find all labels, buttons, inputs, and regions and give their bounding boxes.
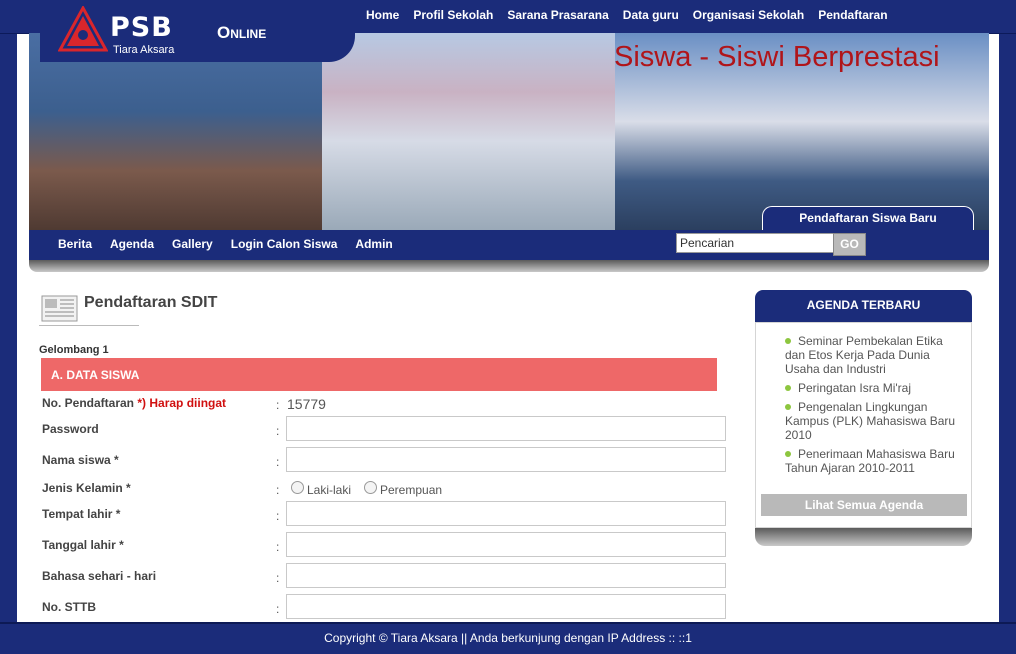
newspaper-icon bbox=[41, 295, 78, 322]
password-field[interactable] bbox=[286, 416, 726, 441]
page-title: Pendaftaran SDIT bbox=[84, 294, 218, 311]
colon: : bbox=[276, 483, 280, 497]
banner-title: Siswa - Siswi Berprestasi bbox=[614, 41, 940, 73]
bahasa-field[interactable] bbox=[286, 563, 726, 588]
nav-sarana-prasarana[interactable]: Sarana Prasarana bbox=[507, 8, 608, 22]
agenda-item[interactable]: Penerimaan Mahasiswa Baru Tahun Ajaran 2… bbox=[785, 447, 960, 475]
nav-gallery[interactable]: Gallery bbox=[172, 237, 213, 251]
colon: : bbox=[276, 571, 280, 585]
agenda-item[interactable]: Seminar Pembekalan Etika dan Etos Kerja … bbox=[785, 334, 960, 376]
bullet-icon bbox=[785, 385, 791, 391]
gelombang-label: Gelombang 1 bbox=[39, 344, 109, 356]
colon: : bbox=[276, 455, 280, 469]
banner-tab[interactable]: Pendaftaran Siswa Baru bbox=[762, 206, 974, 232]
nama-siswa-label: Nama siswa * bbox=[42, 453, 119, 467]
footer: Copyright © Tiara Aksara || Anda berkunj… bbox=[0, 622, 1016, 654]
logo-subtitle: Tiara Aksara bbox=[113, 44, 175, 56]
no-sttb-field[interactable] bbox=[286, 594, 726, 619]
radio-perempuan-label: Perempuan bbox=[380, 483, 443, 497]
radio-perempuan[interactable] bbox=[364, 481, 377, 494]
logo-psb[interactable]: PSB bbox=[110, 14, 173, 42]
no-pendaftaran-value: 15779 bbox=[287, 396, 326, 412]
nav-berita[interactable]: Berita bbox=[58, 237, 92, 251]
nav-admin[interactable]: Admin bbox=[355, 237, 392, 251]
tempat-lahir-label: Tempat lahir * bbox=[42, 507, 121, 521]
colon: : bbox=[276, 424, 280, 438]
nav-organisasi-sekolah[interactable]: Organisasi Sekolah bbox=[693, 8, 804, 22]
remember-note: *) Harap diingat bbox=[137, 396, 227, 410]
nav-login-calon-siswa[interactable]: Login Calon Siswa bbox=[231, 237, 338, 251]
section-header: A. DATA SISWA bbox=[41, 358, 717, 391]
bullet-icon bbox=[785, 404, 791, 410]
search-input[interactable] bbox=[676, 233, 834, 253]
tanggal-lahir-label: Tanggal lahir * bbox=[42, 538, 124, 552]
nav-profil-sekolah[interactable]: Profil Sekolah bbox=[413, 8, 493, 22]
agenda-title: AGENDA TERBARU bbox=[755, 290, 972, 322]
search-go-button[interactable]: GO bbox=[833, 233, 866, 256]
colon: : bbox=[276, 398, 280, 412]
tanggal-lahir-field[interactable] bbox=[286, 532, 726, 557]
banner: Siswa - Siswi Berprestasi bbox=[29, 33, 989, 230]
banner-photo-classroom bbox=[29, 33, 322, 230]
bullet-icon bbox=[785, 338, 791, 344]
tempat-lahir-field[interactable] bbox=[286, 501, 726, 526]
jenis-kelamin-label: Jenis Kelamin * bbox=[42, 481, 131, 495]
nav-agenda[interactable]: Agenda bbox=[110, 237, 154, 251]
agenda-list: Seminar Pembekalan Etika dan Etos Kerja … bbox=[785, 334, 960, 480]
title-divider bbox=[39, 325, 139, 326]
secondary-nav-links: Berita Agenda Gallery Login Calon Siswa … bbox=[58, 237, 393, 251]
no-pendaftaran-label: No. Pendaftaran *) Harap diingat bbox=[42, 396, 227, 410]
radio-laki-laki[interactable] bbox=[291, 481, 304, 494]
nav-pendaftaran[interactable]: Pendaftaran bbox=[818, 8, 887, 22]
banner-photo-students bbox=[322, 33, 615, 230]
radio-laki-laki-label: Laki-laki bbox=[307, 483, 352, 497]
no-sttb-label: No. STTB bbox=[42, 600, 96, 614]
colon: : bbox=[276, 509, 280, 523]
bullet-icon bbox=[785, 451, 791, 457]
agenda-shadow bbox=[755, 528, 972, 546]
nav-data-guru[interactable]: Data guru bbox=[623, 8, 679, 22]
top-nav: Home Profil Sekolah Sarana Prasarana Dat… bbox=[366, 8, 888, 22]
colon: : bbox=[276, 540, 280, 554]
logo-online: Online bbox=[217, 23, 267, 42]
section-title: A. DATA SISWA bbox=[51, 368, 140, 382]
nav-home[interactable]: Home bbox=[366, 8, 399, 22]
bahasa-label: Bahasa sehari - hari bbox=[42, 569, 157, 583]
nama-siswa-field[interactable] bbox=[286, 447, 726, 472]
all-agenda-button[interactable]: Lihat Semua Agenda bbox=[761, 494, 967, 516]
agenda-item[interactable]: Pengenalan Lingkungan Kampus (PLK) Mahas… bbox=[785, 400, 960, 442]
colon: : bbox=[276, 602, 280, 616]
nav-shadow bbox=[29, 260, 989, 272]
agenda-item[interactable]: Peringatan Isra Mi'raj bbox=[785, 381, 960, 395]
school-emblem-icon bbox=[58, 6, 108, 52]
footer-text: Copyright © Tiara Aksara || Anda berkunj… bbox=[324, 631, 692, 645]
password-label: Password bbox=[42, 422, 99, 436]
